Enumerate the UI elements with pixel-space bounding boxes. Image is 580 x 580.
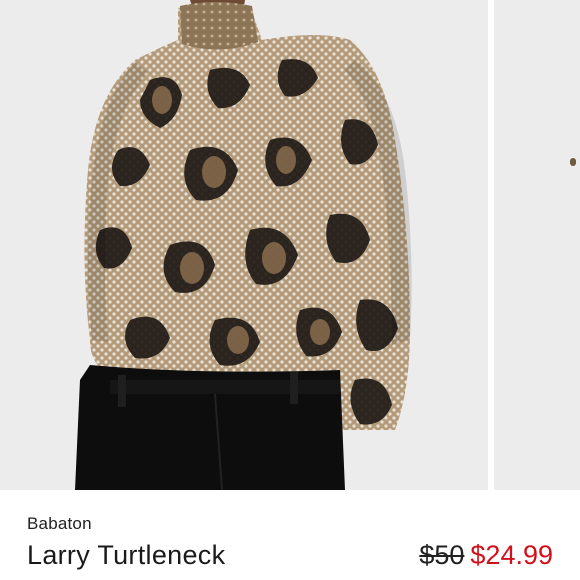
original-price: $50 <box>419 540 465 570</box>
price: $50 $24.99 <box>419 540 553 571</box>
product-photo <box>0 0 488 490</box>
image-carousel[interactable] <box>0 0 580 490</box>
next-image-detail <box>570 158 576 166</box>
product-image[interactable] <box>0 0 488 490</box>
next-product-image[interactable] <box>494 0 580 490</box>
brand-label[interactable]: Babaton <box>27 514 92 534</box>
listing-card[interactable]: Babaton Larry Turtleneck $50 $24.99 <box>0 0 580 580</box>
listing-info[interactable]: Babaton Larry Turtleneck $50 $24.99 <box>0 490 580 580</box>
product-title[interactable]: Larry Turtleneck <box>27 540 225 571</box>
sale-price: $24.99 <box>470 540 553 570</box>
